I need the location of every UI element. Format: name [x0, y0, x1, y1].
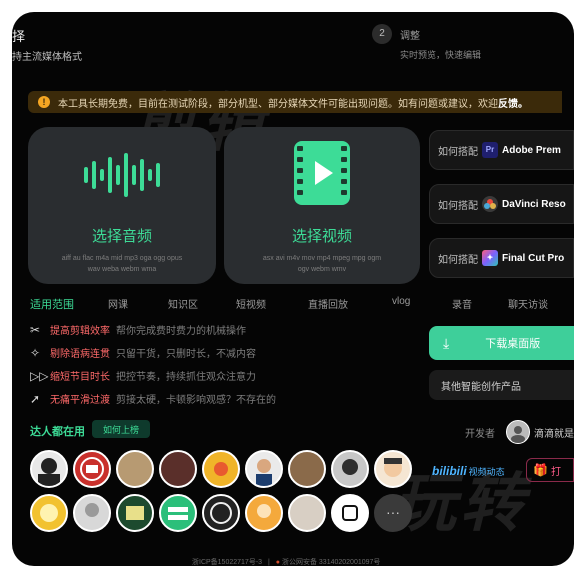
- user-avatar[interactable]: [288, 450, 326, 488]
- rocket-icon: ➚: [30, 391, 41, 406]
- integration-premiere[interactable]: 如何搭配 Pr Adobe Prem: [429, 130, 574, 170]
- scope-label: 适用范围: [30, 299, 74, 311]
- scope-item: 直播回放: [308, 300, 348, 311]
- user-avatar[interactable]: [159, 450, 197, 488]
- developer-label: 开发者: [465, 429, 495, 440]
- sparkle-icon: ✧: [30, 345, 41, 360]
- more-icon: ···: [386, 504, 400, 520]
- bilibili-logo: bilibili: [432, 464, 467, 478]
- more-users-button[interactable]: ···: [374, 494, 412, 532]
- user-avatar[interactable]: [159, 494, 197, 532]
- user-avatar[interactable]: [288, 494, 326, 532]
- app-name: Final Cut Pro: [502, 252, 565, 264]
- police-link[interactable]: 浙公网安备 33140202001097号: [282, 559, 380, 566]
- gift-icon: 🎁: [533, 463, 548, 477]
- feedback-link[interactable]: 反馈。: [498, 95, 528, 110]
- app-name: DaVinci Reso: [502, 198, 566, 210]
- scissors-icon: ✂: [30, 322, 41, 337]
- step1-subtitle: 持主流媒体格式: [12, 52, 82, 63]
- download-label: 下载桌面版: [485, 338, 541, 350]
- scope-item: 录音: [452, 300, 472, 311]
- user-avatar[interactable]: [116, 450, 154, 488]
- integration-finalcut[interactable]: 如何搭配 ✦ Final Cut Pro: [429, 238, 574, 278]
- notice-text: 本工具长期免费，目前在测试阶段，部分机型、部分媒体文件可能出现问题。如有问题或建…: [58, 98, 498, 110]
- video-formats-line1: asx avi m4v mov mp4 mpeg mpg ogm: [262, 255, 382, 262]
- audio-formats-line2: wav weba webm wma: [87, 266, 157, 273]
- select-video-card[interactable]: 选择视频 asx avi m4v mov mp4 mpeg mpg ogm og…: [224, 127, 420, 284]
- user-avatar[interactable]: [245, 450, 283, 488]
- developer-name[interactable]: 滴滴就是: [534, 425, 574, 440]
- user-avatar[interactable]: [374, 450, 412, 488]
- davinci-icon: [482, 196, 498, 212]
- user-avatar[interactable]: [30, 494, 68, 532]
- feature-item: ▷▷ 缩短节目时长 把控节奏，持续抓住观众注意力: [30, 368, 256, 384]
- bilibili-link[interactable]: bilibili 视频动态: [432, 460, 514, 482]
- step1-fragment: 择: [12, 29, 26, 44]
- how-label: 如何搭配: [438, 254, 478, 266]
- footer-separator: |: [268, 559, 270, 566]
- footer: 浙ICP备15022717号-3 | ● 浙公网安备 3314020200109…: [192, 557, 380, 566]
- step2-number: 2: [379, 28, 385, 39]
- feature-value: 只留干货，只删时长，不减内容: [116, 349, 256, 360]
- audio-waveform-icon: [84, 153, 160, 197]
- feature-value: 把控节奏，持续抓住观众注意力: [116, 372, 256, 383]
- step2-subtitle: 实时预览，快速编辑: [400, 50, 482, 60]
- how-to-list-button[interactable]: 如何上榜: [92, 420, 150, 438]
- feature-key: 剔除语病连贯: [50, 349, 110, 360]
- other-products-label: 其他智能创作产品: [441, 381, 521, 393]
- video-play-icon: [294, 141, 350, 205]
- scope-item: vlog: [392, 296, 411, 307]
- user-avatar[interactable]: [331, 450, 369, 488]
- video-formats-line2: ogv webm wmv: [297, 266, 347, 273]
- developer-avatar[interactable]: [506, 420, 530, 444]
- step2-title: 调整: [400, 31, 420, 42]
- bilibili-suffix: 视频动态: [468, 466, 505, 477]
- warning-icon: !: [38, 96, 50, 108]
- integration-davinci[interactable]: 如何搭配 DaVinci Reso: [429, 184, 574, 224]
- download-desktop-button[interactable]: ⤓ 下载桌面版: [429, 326, 574, 360]
- scope-item: 聊天访谈: [508, 300, 548, 311]
- user-avatar[interactable]: [202, 494, 240, 532]
- user-avatar[interactable]: [331, 494, 369, 532]
- notice-bar: ! 本工具长期免费，目前在测试阶段，部分机型、部分媒体文件可能出现问题。如有问题…: [28, 91, 562, 113]
- scope-item: 知识区: [168, 300, 198, 311]
- how-label: 如何搭配: [438, 200, 478, 212]
- feature-item: ✧ 剔除语病连贯 只留干货，只删时长，不减内容: [30, 345, 256, 361]
- feature-key: 缩短节目时长: [50, 372, 110, 383]
- icp-link[interactable]: 浙ICP备15022717号-3: [192, 559, 262, 566]
- user-avatar[interactable]: [30, 450, 68, 488]
- feature-value: 帮你完成费时费力的机械操作: [116, 326, 246, 337]
- feature-item: ➚ 无痛平滑过渡 剪接太硬，卡顿影响观感？不存在的: [30, 391, 276, 407]
- finalcut-icon: ✦: [482, 250, 498, 266]
- police-icon: ●: [275, 559, 281, 566]
- gift-label: 打: [550, 466, 561, 478]
- app-window: 剪辑 玩转 择 持主流媒体格式 2 调整 实时预览，快速编辑 ! 本工具长期免费…: [12, 12, 574, 566]
- fast-forward-icon: ▷▷: [30, 368, 49, 383]
- scope-item: 网课: [108, 300, 128, 311]
- user-avatar[interactable]: [245, 494, 283, 532]
- step2-badge: 2: [372, 24, 392, 44]
- user-avatar[interactable]: [73, 450, 111, 488]
- users-label: 达人都在用: [30, 426, 85, 438]
- feature-value: 剪接太硬，卡顿影响观感？不存在的: [116, 395, 276, 406]
- how-to-list-label: 如何上榜: [102, 425, 139, 435]
- gift-link[interactable]: 🎁 打: [526, 458, 574, 482]
- feature-item: ✂ 提高剪辑效率 帮你完成费时费力的机械操作: [30, 322, 246, 338]
- scope-item: 短视频: [236, 300, 266, 311]
- feature-key: 提高剪辑效率: [50, 326, 110, 337]
- select-audio-title: 选择音频: [91, 228, 152, 245]
- download-icon: ⤓: [443, 334, 450, 351]
- how-label: 如何搭配: [438, 146, 478, 158]
- app-name: Adobe Prem: [502, 144, 561, 156]
- feature-key: 无痛平滑过渡: [50, 395, 110, 406]
- user-avatar[interactable]: [116, 494, 154, 532]
- audio-formats-line1: aiff au flac m4a mid mp3 oga ogg opus: [61, 255, 183, 262]
- premiere-icon: Pr: [482, 142, 498, 158]
- user-avatar[interactable]: [202, 450, 240, 488]
- user-avatar[interactable]: [73, 494, 111, 532]
- select-audio-card[interactable]: 选择音频 aiff au flac m4a mid mp3 oga ogg op…: [28, 127, 216, 284]
- other-products-button[interactable]: 其他智能创作产品: [429, 370, 574, 400]
- select-video-title: 选择视频: [291, 228, 352, 245]
